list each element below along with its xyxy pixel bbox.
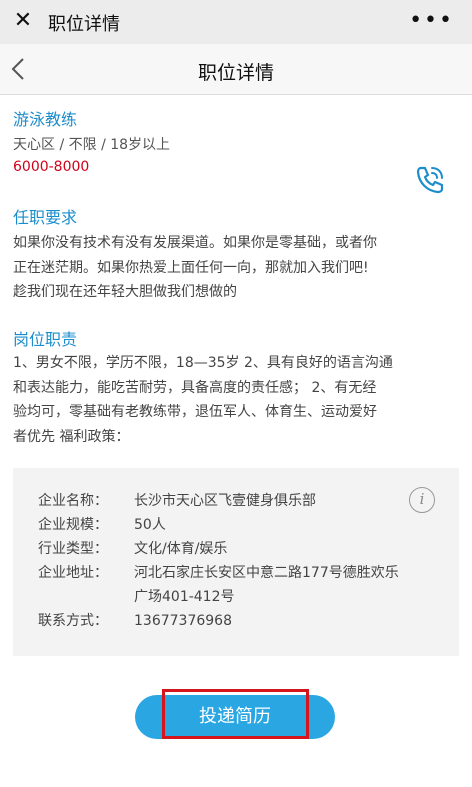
- address-label: 企业地址：: [38, 565, 108, 581]
- contact-value[interactable]: 13677376968: [134, 609, 409, 633]
- requirements-text: 如果你没有技术有没有发展渠道。如果你是零基础，或者你 正在迷茫期。如果你热爱上面…: [13, 235, 377, 300]
- company-size-value: 50人: [134, 517, 166, 533]
- more-icon[interactable]: •••: [409, 8, 454, 33]
- contact-row: 联系方式： 13677376968: [38, 609, 232, 633]
- company-size-label: 企业规模：: [38, 517, 108, 533]
- industry-row: 行业类型： 文化/体育/娱乐: [38, 537, 227, 561]
- job-title: 游泳教练: [13, 110, 78, 129]
- duties-title: 岗位职责: [13, 330, 78, 349]
- contact-label: 联系方式：: [38, 613, 108, 629]
- industry-value: 文化/体育/娱乐: [134, 541, 228, 557]
- industry-label: 行业类型：: [38, 541, 108, 557]
- address-row: 企业地址： 河北石家庄长安区中意二路177号德胜欢乐广场401-412号: [38, 561, 399, 605]
- window-title-bar: ✕ 职位详情 •••: [0, 0, 472, 44]
- duties-text: 1、男女不限，学历不限，18—35岁 2、具有良好的语言沟通 和表达能力，能吃苦…: [13, 355, 393, 445]
- nav-bar: 职位详情: [0, 44, 472, 95]
- company-name-row: 企业名称： 长沙市天心区飞壹健身俱乐部: [38, 489, 316, 513]
- page-title: 职位详情: [197, 62, 274, 84]
- address-value: 河北石家庄长安区中意二路177号德胜欢乐广场401-412号: [134, 565, 399, 605]
- phone-icon[interactable]: [413, 163, 447, 197]
- window-title: 职位详情: [48, 14, 120, 35]
- company-name-label: 企业名称：: [38, 493, 108, 509]
- info-icon[interactable]: i: [409, 487, 435, 513]
- job-meta: 天心区 / 不限 / 18岁以上: [13, 137, 171, 153]
- close-icon[interactable]: ✕: [11, 9, 35, 33]
- salary: 6000-8000: [13, 159, 90, 175]
- highlight-box: [162, 689, 309, 739]
- company-size-row: 企业规模： 50人: [38, 513, 166, 537]
- requirements-title: 任职要求: [13, 208, 78, 227]
- company-info-card: 企业名称： 长沙市天心区飞壹健身俱乐部 企业规模： 50人 行业类型： 文化/体…: [13, 468, 459, 656]
- company-name-value: 长沙市天心区飞壹健身俱乐部: [134, 493, 316, 509]
